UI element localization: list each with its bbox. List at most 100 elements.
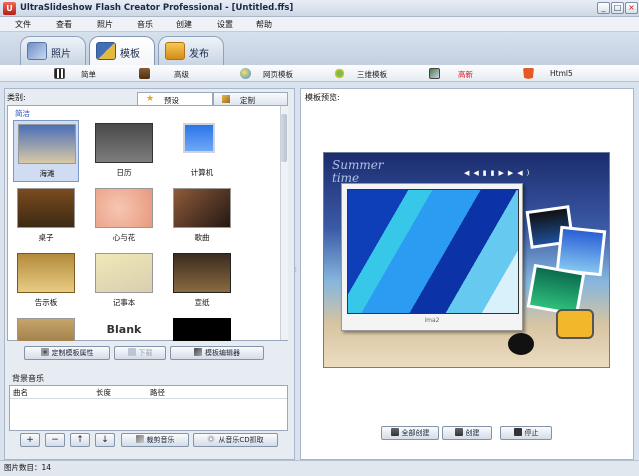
subtab-simple-label: 简单 [81,70,96,79]
menu-settings[interactable]: 设置 [217,19,233,30]
template-beach[interactable]: 海滩 [13,120,79,182]
subtab-simple[interactable]: 简单 [54,66,124,82]
mouse-icon [508,333,534,355]
template-xuan-paper-label: 宣纸 [194,298,210,307]
scissors-icon [135,435,144,443]
publish-icon [165,42,185,60]
template-heart-flower-label: 心与花 [112,233,136,242]
tab-template[interactable]: 模板 [89,36,155,65]
template-preview-image: Summer time ◀◀▮▮▶▶◀) ima2 [323,152,610,368]
template-desk-label: 桌子 [38,233,54,242]
template-heart-flower[interactable]: 心与花 [91,185,157,247]
template-editor-label: 模板编辑器 [205,349,240,357]
subtab-new[interactable]: 高新 [429,66,509,82]
customize-template-button[interactable]: 定制模板属性 [24,346,110,360]
subtab-3d-label: 三维模板 [357,70,387,79]
tab-photo-label: 照片 [51,49,71,60]
template-item-12[interactable] [169,315,235,341]
notebook-thumbnail [95,253,153,293]
tab-publish[interactable]: 发布 [158,36,224,65]
subtab-3d[interactable]: 三维模板 [334,66,424,82]
stop-label: 停止 [524,429,539,437]
template-notebook[interactable]: 记事本 [91,250,157,312]
remove-music-button[interactable]: − [45,433,65,447]
piano-icon [54,68,65,79]
menu-bar [0,17,639,32]
computer-thumbnail [183,123,215,153]
add-music-button[interactable]: + [20,433,40,447]
gallery-scrollbar-thumb[interactable] [281,114,287,162]
template-bulletin-label: 告示板 [34,298,58,307]
download-icon [127,348,136,356]
player-controls-icon: ◀◀▮▮▶▶◀) [464,169,534,177]
create-all-button[interactable]: 全部创建 [381,426,439,440]
pencil-icon [194,348,202,356]
stop-button[interactable]: 停止 [500,426,552,440]
subtab-advanced[interactable]: 高级 [139,66,219,82]
tab-custom[interactable]: 定制 [213,92,288,105]
template-song[interactable]: 歌曲 [169,185,235,247]
template-bulletin[interactable]: 告示板 [13,250,79,312]
music-header-divider [10,398,287,399]
move-down-button[interactable]: ↓ [95,433,115,447]
create-icon [454,428,463,436]
menu-file[interactable]: 文件 [15,19,31,30]
subtab-web[interactable]: 网页模板 [240,66,330,82]
item-10-thumbnail [17,318,75,341]
tab-template-label: 模板 [120,49,140,60]
tab-preset[interactable]: ★ 预设 [137,92,213,105]
calendar-thumbnail [95,123,153,163]
menu-view[interactable]: 查看 [56,19,72,30]
template-computer-label: 计算机 [190,168,214,177]
main-photo-frame: ima2 [341,183,523,331]
close-button[interactable]: × [625,2,638,14]
template-computer[interactable]: 计算机 [169,120,235,182]
window-title: UltraSlideshow Flash Creator Professiona… [20,3,294,13]
camera-icon [556,309,594,339]
preview-caption: Summer time [332,158,384,185]
menu-photo[interactable]: 照片 [97,19,113,30]
download-label: 下载 [138,349,153,357]
template-xuan-paper[interactable]: 宣纸 [169,250,235,312]
tab-photo[interactable]: 照片 [20,36,86,65]
3d-icon [334,68,345,79]
template-calendar[interactable]: 日历 [91,120,157,182]
create-button[interactable]: 创建 [442,426,492,440]
menu-music[interactable]: 音乐 [137,19,153,30]
image-icon [429,68,440,79]
subtab-html5[interactable]: Html5 [523,66,603,82]
maximize-button[interactable]: □ [611,2,624,14]
template-song-label: 歌曲 [194,233,210,242]
subtab-html5-label: Html5 [550,69,573,78]
template-desk[interactable]: 桌子 [13,185,79,247]
customize-template-label: 定制模板属性 [51,349,94,357]
create-label: 创建 [465,429,480,437]
template-icon [96,42,116,60]
preview-label: 模板预览: [305,93,340,102]
template-beach-label: 海滩 [39,169,55,178]
subtab-new-label: 高新 [458,70,473,79]
stop-icon [513,428,522,436]
menu-help[interactable]: 帮助 [256,19,272,30]
category-label: 类别: [7,93,26,102]
music-col-name: 曲名 [13,388,28,397]
music-list[interactable] [9,385,288,431]
photo-caption: ima2 [424,317,440,324]
star-icon: ★ [146,94,155,104]
splitter-grip-icon[interactable]: ⦙ [295,266,297,275]
rip-cd-button[interactable]: 从音乐CD抓取 [193,433,278,447]
beach-thumbnail [18,124,76,164]
item-12-thumbnail [173,318,231,341]
trim-music-button[interactable]: 裁剪音乐 [121,433,189,447]
template-blank[interactable]: Blank [91,315,157,341]
move-up-button[interactable]: ↑ [70,433,90,447]
download-button[interactable]: 下载 [114,346,166,360]
status-bar [0,460,639,476]
main-photo [347,189,519,314]
template-editor-button[interactable]: 模板编辑器 [170,346,264,360]
group-title: 简洁 [15,109,30,118]
template-item-10[interactable] [13,315,79,341]
menu-create[interactable]: 创建 [176,19,192,30]
html5-icon [523,68,534,79]
minimize-button[interactable]: _ [597,2,610,14]
